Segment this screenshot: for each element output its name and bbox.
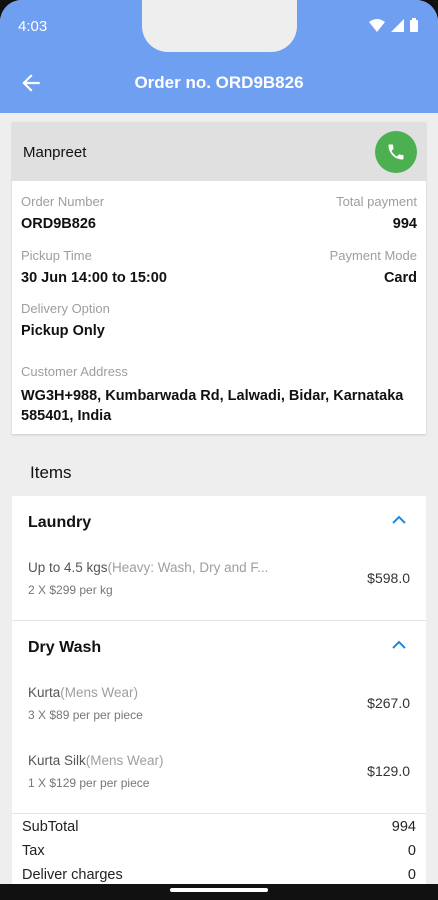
customer-header: Manpreet — [12, 122, 426, 181]
chevron-up-icon[interactable] — [392, 640, 406, 650]
list-item: Up to 4.5 kgs(Heavy: Wash, Dry and F... … — [12, 552, 426, 620]
item-quantity: 1 X $129 per per piece — [28, 776, 150, 790]
home-indicator[interactable] — [170, 888, 268, 892]
total-payment-value: 994 — [392, 216, 417, 232]
pickup-time-value: 30 Jun 14:00 to 15:00 — [21, 270, 167, 286]
tax-value: 0 — [407, 843, 416, 859]
page-title: Order no. ORD9B826 — [134, 73, 304, 92]
address-label: Customer Address — [21, 364, 128, 379]
subtotal-label: SubTotal — [22, 819, 79, 835]
item-quantity: 3 X $89 per per piece — [28, 708, 143, 722]
group-header-dry-wash[interactable]: Dry Wash — [12, 621, 426, 677]
tax-row: Tax 0 — [22, 843, 416, 867]
item-quantity: 2 X $299 per kg — [28, 583, 113, 597]
delivery-option-label: Delivery Option — [21, 301, 110, 316]
item-category: (Mens Wear) — [60, 685, 139, 700]
totals-section: SubTotal 994 Tax 0 Deliver charges 0 — [22, 819, 416, 891]
payment-mode-value: Card — [383, 270, 417, 286]
pickup-time-label: Pickup Time — [21, 248, 92, 263]
order-number-value: ORD9B826 — [21, 216, 96, 232]
address-value: WG3H+988, Kumbarwada Rd, Lalwadi, Bidar,… — [21, 388, 404, 424]
item-price: $267.0 — [367, 695, 410, 711]
item-price: $129.0 — [367, 763, 410, 779]
customer-card: Manpreet Order Number ORD9B826 Total pay… — [12, 122, 426, 434]
status-icons — [369, 18, 418, 32]
items-panel: Items Laundry Up to 4.5 kgs(Heavy: Wash,… — [12, 447, 426, 900]
status-time: 4:03 — [18, 18, 48, 35]
signal-icon — [391, 18, 404, 32]
phone-screen: 4:03 Order no. ORD9B826 Manpreet Order N… — [0, 0, 438, 900]
item-category: (Heavy: Wash, Dry and F... — [107, 560, 269, 575]
list-item: Kurta(Mens Wear) 3 X $89 per per piece $… — [12, 677, 426, 745]
subtotal-row: SubTotal 994 — [22, 819, 416, 843]
subtotal-value: 994 — [391, 819, 416, 835]
item-category: (Mens Wear) — [85, 753, 164, 768]
phone-icon — [388, 144, 404, 160]
app-bar: 4:03 Order no. ORD9B826 — [0, 0, 438, 113]
customer-name: Manpreet — [23, 144, 87, 161]
item-name: Kurta(Mens Wear) — [28, 685, 138, 700]
item-name: Kurta Silk(Mens Wear) — [28, 753, 164, 768]
delivery-charges-value: 0 — [407, 867, 416, 883]
camera-notch — [142, 0, 297, 52]
item-title: Up to 4.5 kgs — [28, 560, 108, 575]
item-title: Kurta Silk — [28, 753, 86, 768]
total-payment-label: Total payment — [336, 194, 417, 209]
item-price: $598.0 — [367, 570, 410, 586]
group-title: Laundry — [28, 514, 92, 531]
items-title: Items — [30, 463, 72, 482]
list-item: Kurta Silk(Mens Wear) 1 X $129 per per p… — [12, 745, 426, 813]
item-name: Up to 4.5 kgs(Heavy: Wash, Dry and F... — [28, 560, 268, 575]
tax-label: Tax — [22, 843, 45, 859]
group-header-laundry[interactable]: Laundry — [12, 496, 426, 552]
payment-mode-label: Payment Mode — [329, 248, 417, 263]
delivery-charges-label: Deliver charges — [22, 867, 123, 883]
item-title: Kurta — [28, 685, 61, 700]
call-button[interactable] — [375, 131, 417, 173]
order-number-label: Order Number — [21, 194, 105, 209]
group-title: Dry Wash — [28, 639, 102, 656]
divider — [12, 813, 426, 814]
system-nav-bar — [0, 884, 438, 900]
delivery-option-value: Pickup Only — [21, 323, 105, 339]
wifi-icon — [369, 18, 385, 32]
items-header: Items — [12, 447, 426, 496]
battery-icon — [410, 18, 418, 32]
chevron-up-icon[interactable] — [392, 515, 406, 525]
